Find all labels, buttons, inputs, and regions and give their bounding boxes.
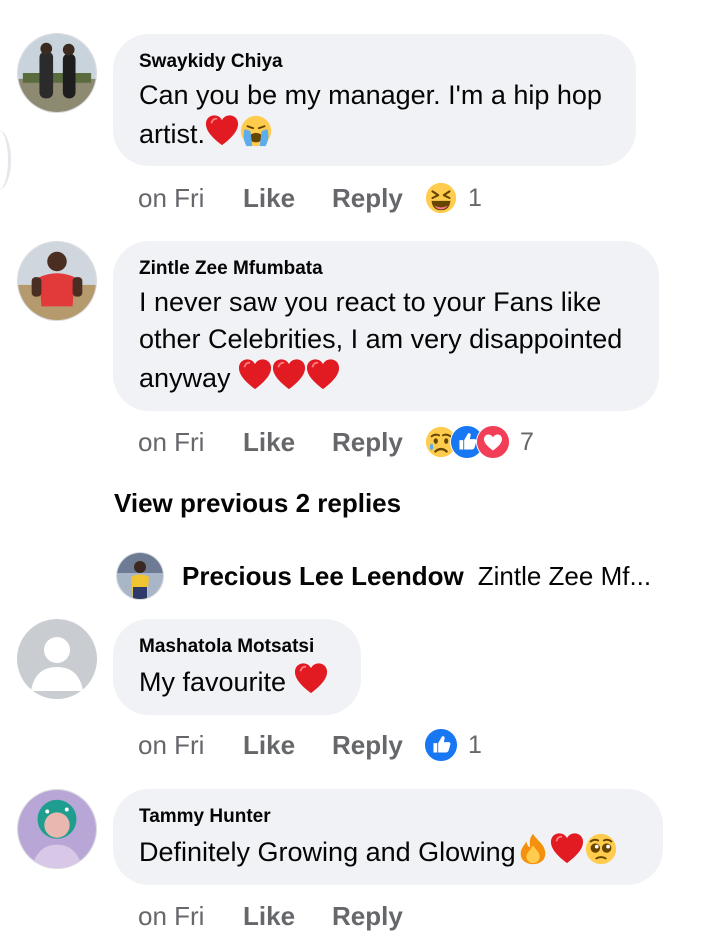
reply-button[interactable]: Reply xyxy=(332,427,424,458)
reaction-count: 7 xyxy=(520,427,534,456)
laughing-emoji-icon xyxy=(424,181,458,215)
comment-line-with-emoji: Definitely Growing and Glowing xyxy=(139,832,637,871)
comment-actions: on Fri Like Reply 7 xyxy=(138,424,534,460)
comment-line-with-emoji: anyway xyxy=(139,358,633,397)
comment-actions: on Fri Like Reply xyxy=(138,898,424,934)
avatar xyxy=(116,552,164,600)
like-button[interactable]: Like xyxy=(243,901,332,932)
comment-bubble: Mashatola Motsatsi My favourite xyxy=(113,619,361,715)
reaction-count: 1 xyxy=(468,183,482,212)
like-button[interactable]: Like xyxy=(243,427,332,458)
avatar[interactable] xyxy=(17,619,97,699)
comment-text: My favourite xyxy=(139,662,335,701)
fire-emoji-icon xyxy=(516,832,550,866)
avatar[interactable] xyxy=(17,789,97,869)
user-photo-icon xyxy=(117,553,163,599)
reply-button[interactable]: Reply xyxy=(332,730,424,761)
reactions-summary[interactable]: 1 xyxy=(424,728,482,762)
scroll-edge-decoration xyxy=(0,130,11,190)
comment-bubble: Swaykidy Chiya Can you be my manager. I'… xyxy=(113,34,636,166)
comment-bubble: Zintle Zee Mfumbata I never saw you reac… xyxy=(113,241,659,411)
like-button[interactable]: Like xyxy=(243,183,332,214)
comment-line: My favourite xyxy=(139,667,287,697)
avatar[interactable] xyxy=(17,33,97,113)
comment-text: Can you be my manager. I'm a hip hop art… xyxy=(139,77,610,153)
comment-line: Can you be my manager. I'm a hip hop xyxy=(139,80,602,110)
commenter-name[interactable]: Swaykidy Chiya xyxy=(139,50,610,74)
reply-button[interactable]: Reply xyxy=(332,183,424,214)
comment-actions: on Fri Like Reply 1 xyxy=(138,180,482,216)
reaction-count: 1 xyxy=(468,730,482,759)
comment-actions: on Fri Like Reply 1 xyxy=(138,727,482,763)
comment-line-with-emoji: artist. xyxy=(139,114,610,153)
user-photo-icon xyxy=(18,242,96,320)
timestamp[interactable]: on Fri xyxy=(138,901,243,932)
heart-emoji-icon xyxy=(294,662,328,696)
commenter-name[interactable]: Zintle Zee Mfumbata xyxy=(139,257,633,281)
heart-emoji-icon xyxy=(238,358,272,392)
comment-bubble: Tammy Hunter Definitely Growing and Glow… xyxy=(113,789,663,885)
reactions-summary[interactable]: 1 xyxy=(424,181,482,215)
timestamp[interactable]: on Fri xyxy=(138,730,243,761)
like-button[interactable]: Like xyxy=(243,730,332,761)
timestamp[interactable]: on Fri xyxy=(138,183,243,214)
like-reaction-icon xyxy=(424,728,458,762)
love-reaction-icon xyxy=(476,425,510,459)
reply-preview[interactable]: Precious Lee Leendow Zintle Zee Mf... xyxy=(116,552,652,600)
comment-text: Definitely Growing and Glowing xyxy=(139,832,637,871)
default-avatar-icon xyxy=(17,619,97,699)
heart-emoji-icon xyxy=(272,358,306,392)
comment-line: other Celebrities, I am very disappointe… xyxy=(139,324,623,354)
pleading-emoji-icon xyxy=(584,832,618,866)
timestamp[interactable]: on Fri xyxy=(138,427,243,458)
reply-button[interactable]: Reply xyxy=(332,901,424,932)
comment-line-with-emoji: My favourite xyxy=(139,662,335,701)
user-photo-icon xyxy=(18,790,96,868)
crying-emoji-icon xyxy=(239,114,273,148)
reply-preview-text: Zintle Zee Mf... xyxy=(477,560,652,591)
comment-line: artist. xyxy=(139,119,206,149)
avatar[interactable] xyxy=(17,241,97,321)
commenter-name[interactable]: Tammy Hunter xyxy=(139,805,637,829)
comment-line: anyway xyxy=(139,363,231,393)
reply-author-name[interactable]: Precious Lee Leendow xyxy=(182,561,464,592)
heart-emoji-icon xyxy=(550,832,584,866)
heart-emoji-icon xyxy=(205,114,239,148)
view-previous-replies-link[interactable]: View previous 2 replies xyxy=(114,488,401,519)
comment-text: I never saw you react to your Fans like … xyxy=(139,284,633,397)
reactions-summary[interactable]: 7 xyxy=(424,425,534,459)
comment-line: Definitely Growing and Glowing xyxy=(139,837,516,867)
commenter-name[interactable]: Mashatola Motsatsi xyxy=(139,635,335,659)
comment-line: I never saw you react to your Fans like xyxy=(139,287,602,317)
heart-emoji-icon xyxy=(306,358,340,392)
user-photo-icon xyxy=(18,34,96,112)
